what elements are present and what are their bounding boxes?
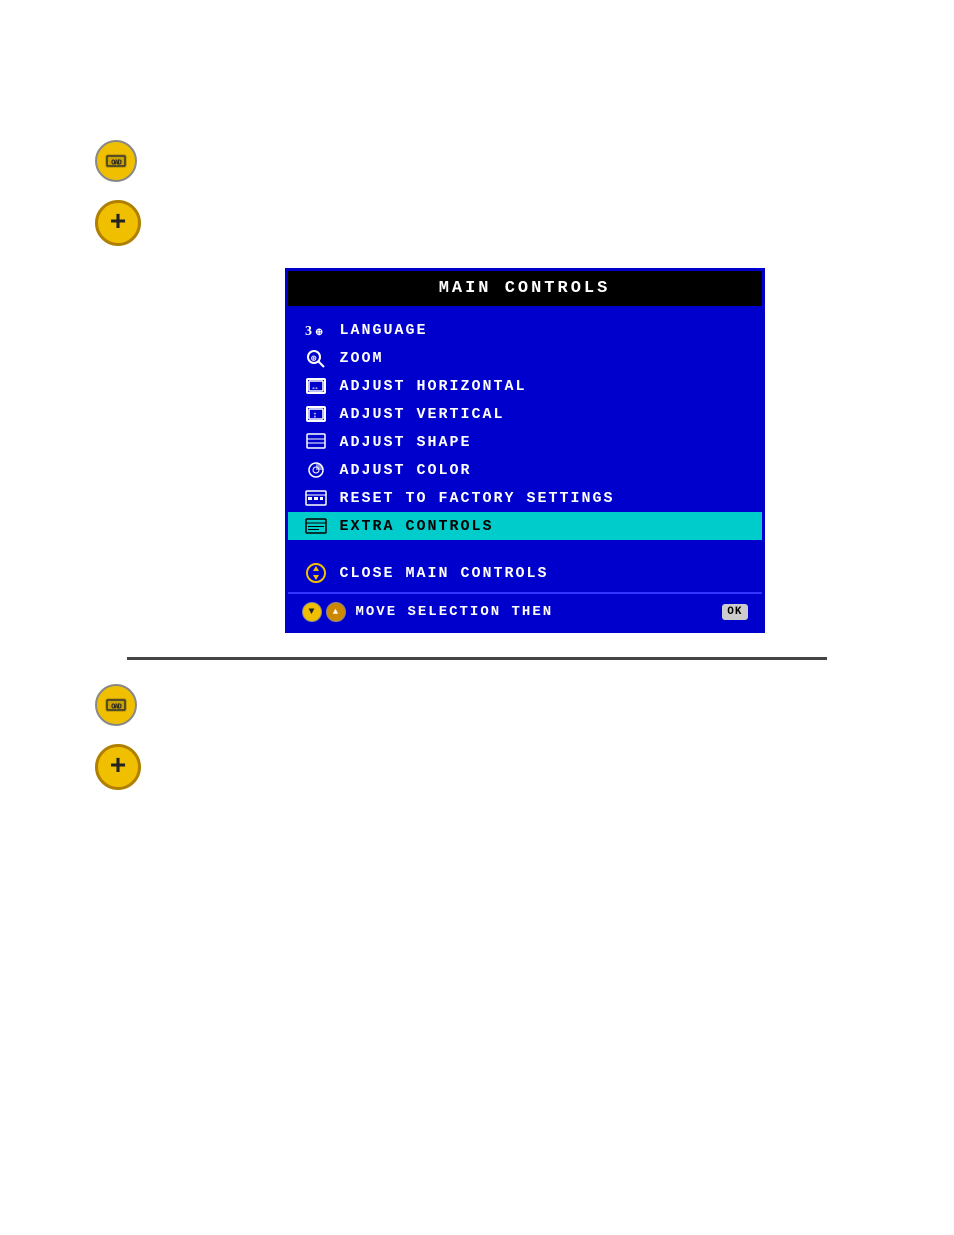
language-icon: 3 ⊕ — [302, 319, 330, 341]
svg-text:⊕: ⊕ — [315, 327, 325, 338]
adjust-shape-label: ADJUST SHAPE — [340, 434, 472, 451]
osd-items: 3 ⊕ LANGUAGE ⊕ ZOOM — [288, 306, 762, 546]
footer-label: MOVE SELECTION THEN — [356, 604, 713, 620]
menu-item-adjust-vertical[interactable]: ↕ ADJUST VERTICAL — [288, 400, 762, 428]
svg-text:↕: ↕ — [312, 411, 319, 421]
extra-icon — [302, 515, 330, 537]
reset-icon — [302, 487, 330, 509]
vertical-icon: ↕ — [302, 403, 330, 425]
page-wrapper: OAD + MAIN CONTROLS 3 ⊕ LANGUAGE — [0, 0, 954, 1235]
close-main-icon — [302, 562, 330, 584]
ok-badge: OK — [722, 604, 747, 620]
footer-up-icon: ▲ — [326, 602, 346, 622]
svg-text:⊕: ⊕ — [311, 354, 318, 364]
shape-icon — [302, 431, 330, 453]
menu-divider — [288, 546, 762, 554]
menu-item-reset-factory[interactable]: RESET TO FACTORY SETTINGS — [288, 484, 762, 512]
osd-menu: MAIN CONTROLS 3 ⊕ LANGUAGE — [285, 268, 765, 633]
svg-text:OAD: OAD — [111, 703, 121, 711]
language-label: LANGUAGE — [340, 322, 428, 339]
menu-item-adjust-shape[interactable]: ADJUST SHAPE — [288, 428, 762, 456]
svg-text:↔: ↔ — [312, 383, 319, 393]
svg-text:OAD: OAD — [111, 159, 121, 167]
bottom-plus-icon: + — [95, 744, 141, 790]
close-main-label: CLOSE MAIN CONTROLS — [340, 565, 549, 582]
osd-close-section[interactable]: CLOSE MAIN CONTROLS — [288, 554, 762, 592]
adjust-color-label: ADJUST COLOR — [340, 462, 472, 479]
color-icon — [302, 459, 330, 481]
reset-factory-label: RESET TO FACTORY SETTINGS — [340, 490, 615, 507]
top-plus-icon: + — [95, 200, 141, 246]
horizontal-icon: ↔ — [302, 375, 330, 397]
menu-item-adjust-color[interactable]: ADJUST COLOR — [288, 456, 762, 484]
bottom-oad-icon: OAD — [95, 684, 137, 726]
menu-item-language[interactable]: 3 ⊕ LANGUAGE — [288, 316, 762, 344]
section-divider — [127, 657, 827, 660]
adjust-horizontal-label: ADJUST HORIZONTAL — [340, 378, 527, 395]
top-oad-icon: OAD — [95, 140, 137, 182]
svg-text:3: 3 — [305, 324, 314, 339]
footer-down-icon: ▼ — [302, 602, 322, 622]
zoom-icon: ⊕ — [302, 347, 330, 369]
osd-footer: ▼ ▲ MOVE SELECTION THEN OK — [288, 592, 762, 630]
menu-item-adjust-horizontal[interactable]: ↔ ADJUST HORIZONTAL — [288, 372, 762, 400]
bottom-oad-inner: OAD — [105, 698, 127, 712]
top-section: OAD + — [0, 0, 954, 268]
menu-item-extra-controls[interactable]: EXTRA CONTROLS — [288, 512, 762, 540]
bottom-section: OAD + — [0, 684, 954, 812]
adjust-vertical-label: ADJUST VERTICAL — [340, 406, 505, 423]
osd-title: MAIN CONTROLS — [288, 271, 762, 306]
top-oad-inner: OAD — [105, 154, 127, 168]
footer-nav-icons: ▼ ▲ — [302, 602, 346, 622]
menu-item-zoom[interactable]: ⊕ ZOOM — [288, 344, 762, 372]
zoom-label: ZOOM — [340, 350, 384, 367]
extra-controls-label: EXTRA CONTROLS — [340, 518, 494, 535]
